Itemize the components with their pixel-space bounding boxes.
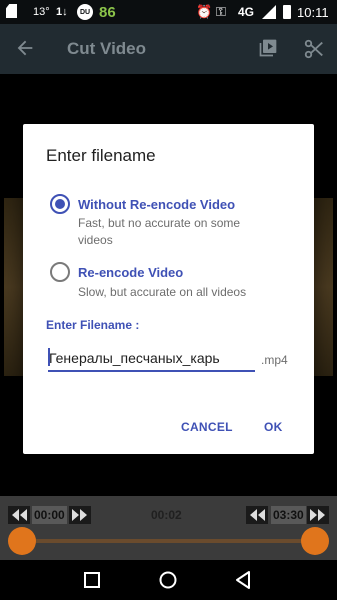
filename-input[interactable] xyxy=(48,346,255,372)
option-description-without-reencode: Fast, but no accurate on some videos xyxy=(78,216,241,247)
option-description-reencode: Slow, but accurate on all videos xyxy=(78,285,247,299)
filename-label: Enter Filename : xyxy=(46,318,140,332)
option-label-reencode[interactable]: Re-encode Video xyxy=(78,265,183,280)
ok-button[interactable]: OK xyxy=(264,420,283,434)
cancel-button[interactable]: CANCEL xyxy=(181,420,233,434)
text-cursor xyxy=(48,348,50,366)
filename-dialog: Enter filename Without Re-encode Video F… xyxy=(23,124,314,454)
file-extension: .mp4 xyxy=(261,353,288,367)
dialog-title: Enter filename xyxy=(46,146,156,165)
option-label-without-reencode[interactable]: Without Re-encode Video xyxy=(78,197,235,212)
radio-reencode[interactable] xyxy=(50,262,70,282)
radio-without-reencode[interactable] xyxy=(50,194,70,214)
